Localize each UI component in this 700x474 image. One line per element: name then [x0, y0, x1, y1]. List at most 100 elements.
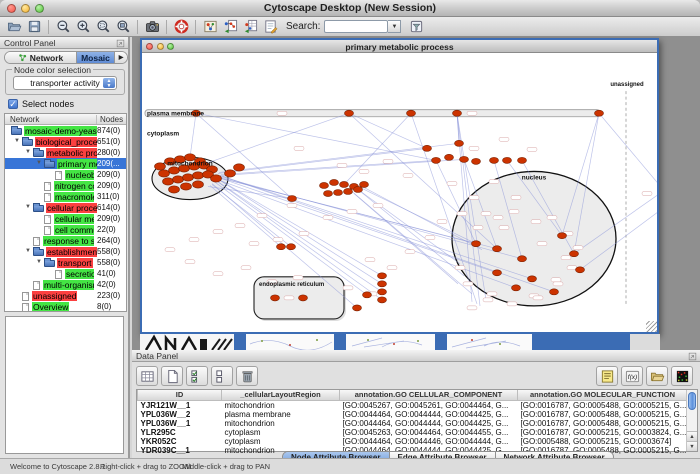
open-session-icon[interactable]: [4, 18, 24, 36]
network-node[interactable]: [353, 305, 362, 311]
tree-row[interactable]: nitrogen compo209(0): [5, 180, 126, 191]
tree-item-label[interactable]: secretion: [65, 269, 94, 279]
expand-arrow-icon[interactable]: ▼: [25, 149, 31, 155]
network-node[interactable]: [558, 233, 567, 239]
table-row[interactable]: YKR052Ccytoplasm[GO:0044464, GO:0044446,…: [138, 437, 688, 446]
background-windows-strip[interactable]: [132, 334, 700, 350]
expand-arrow-icon[interactable]: ▼: [25, 204, 31, 210]
network-node[interactable]: [407, 110, 416, 116]
network-node[interactable]: [193, 181, 204, 188]
table-header[interactable]: ID: [138, 390, 222, 400]
scroll-up-icon[interactable]: ▲: [687, 431, 697, 441]
network-node[interactable]: [320, 182, 329, 188]
tree-item-label[interactable]: multi-organism pro: [43, 280, 94, 290]
tree-row[interactable]: Overview8(0): [5, 301, 126, 312]
zoom-in-icon[interactable]: [73, 18, 93, 36]
network-node[interactable]: [432, 157, 441, 163]
save-session-icon[interactable]: [24, 18, 44, 36]
tree-item-label[interactable]: nitrogen compo: [54, 181, 94, 191]
tree-item-label[interactable]: transport: [57, 258, 93, 268]
tree-row[interactable]: ▼establishment of lo558(0): [5, 246, 126, 257]
snapshot-icon[interactable]: [142, 18, 162, 36]
network-node[interactable]: [460, 156, 469, 162]
network-node[interactable]: [518, 157, 527, 163]
search-input[interactable]: [324, 20, 388, 33]
tree-row[interactable]: cell communicat22(0): [5, 224, 126, 235]
network-node[interactable]: [334, 189, 343, 195]
tree-item-label[interactable]: nucleobase-: [65, 170, 94, 180]
tree-item-label[interactable]: Overview: [32, 302, 69, 312]
tree-row[interactable]: secretion41(0): [5, 268, 126, 279]
expand-arrow-icon[interactable]: ▼: [36, 160, 42, 166]
zoom-selected-icon[interactable]: [93, 18, 113, 36]
network-node[interactable]: [493, 246, 502, 252]
network-node[interactable]: [183, 174, 194, 181]
unselect-all-attributes-icon[interactable]: [211, 366, 233, 386]
select-nodes-checkbox[interactable]: ✓: [8, 99, 18, 109]
new-attribute-icon[interactable]: [161, 366, 183, 386]
select-attributes-icon[interactable]: [136, 366, 158, 386]
resize-grip[interactable]: [646, 321, 657, 332]
search-options-icon[interactable]: [406, 18, 426, 36]
matrix-view-icon[interactable]: [671, 366, 693, 386]
scrollbar-thumb[interactable]: [688, 392, 696, 410]
tree-item-label[interactable]: unassigned: [32, 291, 77, 301]
network-node[interactable]: [159, 170, 170, 177]
network-node[interactable]: [550, 289, 559, 295]
network-node[interactable]: [155, 163, 166, 170]
tree-col-network[interactable]: Network: [10, 115, 39, 124]
expand-arrow-icon[interactable]: ▼: [36, 259, 42, 265]
expand-arrow-icon[interactable]: ▼: [14, 138, 20, 144]
network-node[interactable]: [423, 145, 432, 151]
tab-network[interactable]: Network: [5, 52, 77, 63]
import-table-icon[interactable]: [240, 18, 260, 36]
network-node[interactable]: [570, 251, 579, 257]
tree-row[interactable]: macromolecule311(0): [5, 191, 126, 202]
tree-row[interactable]: unassigned223(0): [5, 290, 126, 301]
more-tabs-arrow-icon[interactable]: ▶: [115, 52, 127, 63]
network-node[interactable]: [378, 273, 387, 279]
network-node[interactable]: [493, 270, 502, 276]
network-node[interactable]: [299, 295, 308, 301]
select-all-attributes-icon[interactable]: [186, 366, 208, 386]
network-node[interactable]: [445, 154, 454, 160]
tree-item-label[interactable]: primary metabo: [57, 159, 97, 169]
tree-item-label[interactable]: cellular process: [46, 203, 97, 213]
network-node[interactable]: [173, 176, 184, 183]
search-dropdown-icon[interactable]: ▼: [388, 20, 401, 33]
table-header[interactable]: annotation.GO CELLULAR_COMPONENT: [340, 390, 518, 400]
network-node[interactable]: [193, 172, 204, 179]
function-builder-icon[interactable]: f(x): [621, 366, 643, 386]
network-node[interactable]: [169, 167, 180, 174]
network-node[interactable]: [518, 256, 527, 262]
scroll-down-icon[interactable]: ▼: [687, 441, 697, 451]
tree-row[interactable]: response to stimulu264(0): [5, 235, 126, 246]
expand-arrow-icon[interactable]: ▼: [25, 248, 31, 254]
import-network-icon[interactable]: [220, 18, 240, 36]
table-header[interactable]: _cellularLayoutRegion: [222, 390, 340, 400]
tree-item-label[interactable]: biological_process: [35, 137, 97, 147]
network-node[interactable]: [576, 267, 585, 273]
tree-row[interactable]: ▼primary metabo209(...: [5, 158, 126, 169]
import-attributes-icon[interactable]: [646, 366, 668, 386]
float-panel-icon[interactable]: [688, 352, 697, 361]
network-node[interactable]: [271, 295, 280, 301]
tree-row[interactable]: mosaic-demo-yeast874(0): [5, 125, 126, 136]
network-node[interactable]: [378, 297, 387, 303]
network-node[interactable]: [288, 196, 297, 202]
tree-row[interactable]: multi-organism pro42(0): [5, 279, 126, 290]
network-node[interactable]: [277, 244, 286, 250]
network-node[interactable]: [211, 175, 222, 182]
network-node[interactable]: [503, 157, 512, 163]
network-node[interactable]: [455, 140, 464, 146]
network-node[interactable]: [490, 157, 499, 163]
network-node[interactable]: [354, 186, 363, 192]
network-node[interactable]: [340, 181, 349, 187]
network-node[interactable]: [181, 183, 192, 190]
network-node[interactable]: [472, 241, 481, 247]
network-node[interactable]: [528, 276, 537, 282]
network-node[interactable]: [163, 178, 174, 185]
tree-item-label[interactable]: response to stimulu: [43, 236, 94, 246]
network-node[interactable]: [595, 110, 604, 116]
network-node[interactable]: [378, 281, 387, 287]
